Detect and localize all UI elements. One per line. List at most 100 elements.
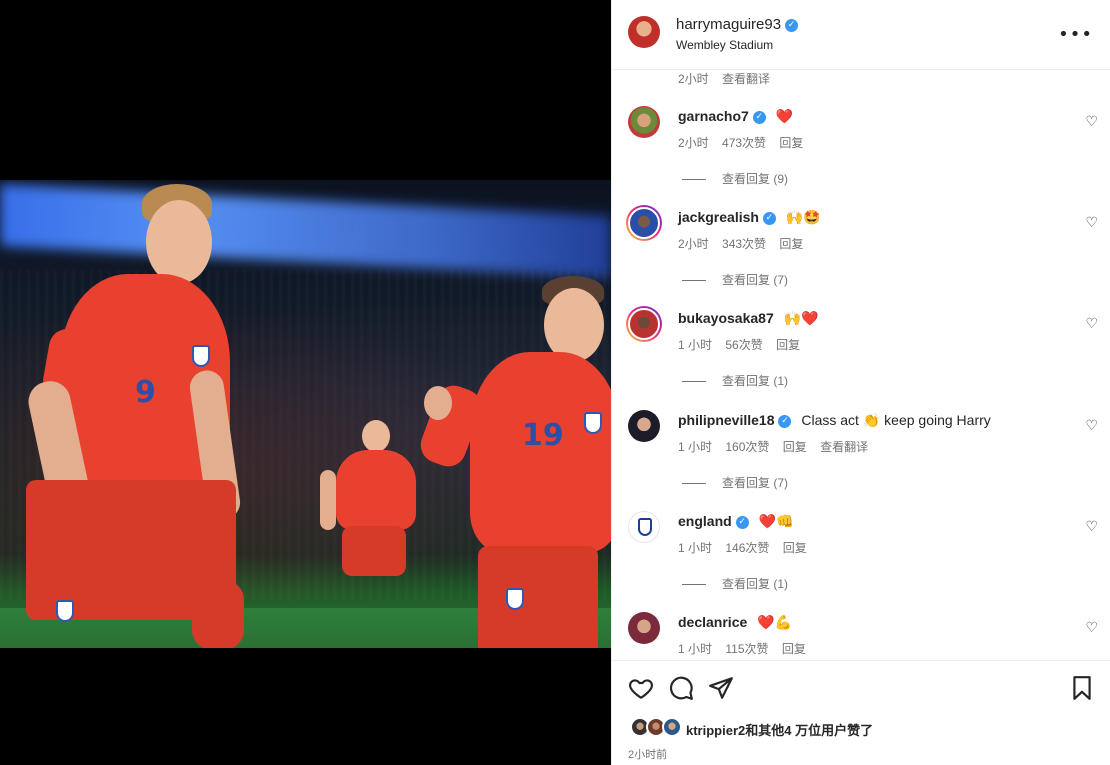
comment-text-row: england ✓ ❤️👊 xyxy=(678,513,793,530)
comment-text-row: jackgrealish ✓ 🙌🤩 xyxy=(678,209,821,226)
comment-like-count[interactable]: 115次赞 xyxy=(725,642,768,656)
comment-item: bukayosaka87 🙌❤️ 1 小时 56次赞 回复 ♡ 查看回复 (1) xyxy=(612,306,1110,409)
share-icon[interactable] xyxy=(708,675,734,701)
view-replies-label[interactable]: 查看回复 (1) xyxy=(722,374,788,388)
comment-like-count[interactable]: 343次赞 xyxy=(722,237,766,251)
comment-meta: 1 小时 115次赞 回复 xyxy=(678,640,816,657)
comment-like-count[interactable]: 160次赞 xyxy=(725,440,769,454)
replies-divider-line xyxy=(682,179,706,181)
commenter-avatar-story-ring[interactable] xyxy=(626,205,662,241)
comment-meta: 1 小时 146次赞 回复 xyxy=(678,539,817,556)
comment-meta: 1 小时 160次赞 回复 查看翻译 xyxy=(678,438,878,455)
view-replies-toggle[interactable]: 查看回复 (7) xyxy=(682,474,788,491)
view-replies-toggle[interactable]: 查看回复 (7) xyxy=(682,271,788,288)
comment-like-heart-icon[interactable]: ♡ xyxy=(1085,418,1098,434)
comment-emoji: ❤️👊 xyxy=(758,514,794,530)
commenter-username[interactable]: declanrice xyxy=(678,614,747,630)
comments-list[interactable]: 2小时 查看翻译 garnacho7 ✓ ❤️ 2小时 473次赞 回复 ♡ 查看… xyxy=(612,70,1110,660)
view-replies-label[interactable]: 查看回复 (7) xyxy=(722,476,788,490)
comment-time: 2小时 xyxy=(678,237,709,251)
replies-divider-line xyxy=(682,381,706,383)
post-photo: 9 19 xyxy=(0,180,611,648)
post-location[interactable]: Wembley Stadium xyxy=(676,38,773,52)
view-replies-label[interactable]: 查看回复 (1) xyxy=(722,577,788,591)
reply-button[interactable]: 回复 xyxy=(779,237,803,251)
caption-meta: 2小时 查看翻译 xyxy=(678,70,780,87)
comment-emoji: ❤️💪 xyxy=(757,615,793,631)
view-replies-toggle[interactable]: 查看回复 (1) xyxy=(682,575,788,592)
bookmark-icon[interactable] xyxy=(1069,675,1095,701)
author-username[interactable]: harrymaguire93 xyxy=(676,16,781,33)
verified-badge-icon: ✓ xyxy=(752,110,766,124)
comment-text-row: bukayosaka87 🙌❤️ xyxy=(678,310,819,327)
translate-button[interactable]: 查看翻译 xyxy=(820,440,868,454)
comment-item: jackgrealish ✓ 🙌🤩 2小时 343次赞 回复 ♡ 查看回复 (7) xyxy=(612,205,1110,308)
post-header: harrymaguire93 ✓ Wembley Stadium ••• xyxy=(612,0,1110,70)
author-username-row[interactable]: harrymaguire93 ✓ xyxy=(676,16,799,33)
comment-emoji: ❤️ xyxy=(775,109,794,125)
celebrating-player-9: 9 xyxy=(20,180,260,648)
comment-time: 1 小时 xyxy=(678,642,713,656)
comment-emoji: 🙌❤️ xyxy=(783,311,819,327)
comment-emoji: 🙌🤩 xyxy=(785,210,821,226)
commenter-username[interactable]: philipneville18 xyxy=(678,412,774,428)
comment-like-count[interactable]: 473次赞 xyxy=(722,136,766,150)
verified-badge-icon: ✓ xyxy=(762,211,776,225)
comment-icon[interactable] xyxy=(668,675,694,701)
commenter-username[interactable]: jackgrealish xyxy=(678,209,759,225)
liker-avatar xyxy=(662,717,682,737)
post-media[interactable]: 9 19 xyxy=(0,0,611,765)
commenter-avatar[interactable] xyxy=(628,106,660,138)
comment-time: 1 小时 xyxy=(678,440,713,454)
comment-text-row: declanrice ❤️💪 xyxy=(678,614,792,631)
comment-like-count[interactable]: 146次赞 xyxy=(725,541,769,555)
verified-badge-icon: ✓ xyxy=(785,18,799,32)
liked-by-text[interactable]: ktrippier2和其他4 万位用户赞了 xyxy=(686,720,873,739)
caption-translate[interactable]: 查看翻译 xyxy=(722,72,770,86)
view-replies-label[interactable]: 查看回复 (9) xyxy=(722,172,788,186)
commenter-username[interactable]: bukayosaka87 xyxy=(678,310,774,326)
commenter-avatar[interactable] xyxy=(628,410,660,442)
view-replies-label[interactable]: 查看回复 (7) xyxy=(722,273,788,287)
commenter-avatar-story-ring[interactable] xyxy=(626,306,662,342)
commenter-avatar[interactable] xyxy=(628,612,660,644)
comment-meta: 2小时 343次赞 回复 xyxy=(678,235,813,252)
comment-item: declanrice ❤️💪 1 小时 115次赞 回复 ♡ xyxy=(612,612,1110,660)
comment-like-heart-icon[interactable]: ♡ xyxy=(1085,519,1098,535)
comment-time: 1 小时 xyxy=(678,541,713,555)
post-footer: ktrippier2和其他4 万位用户赞了 2小时前 xyxy=(612,660,1110,765)
post-modal: 9 19 harrymaguire93 ✓ Wembley Stadium ••… xyxy=(0,0,1110,765)
liker-username[interactable]: ktrippier2 xyxy=(686,723,745,738)
comment-item: garnacho7 ✓ ❤️ 2小时 473次赞 回复 ♡ 查看回复 (9) xyxy=(612,106,1110,207)
england-crest-icon xyxy=(638,518,652,536)
comment-like-heart-icon[interactable]: ♡ xyxy=(1085,316,1098,332)
reply-button[interactable]: 回复 xyxy=(779,136,803,150)
more-options-icon[interactable]: ••• xyxy=(1058,24,1093,45)
comment-like-heart-icon[interactable]: ♡ xyxy=(1085,215,1098,231)
comment-time: 2小时 xyxy=(678,136,709,150)
comment-like-heart-icon[interactable]: ♡ xyxy=(1085,114,1098,130)
comment-meta: 1 小时 56次赞 回复 xyxy=(678,336,810,353)
commenter-username[interactable]: garnacho7 xyxy=(678,108,749,124)
celebrating-player-19: 19 xyxy=(415,276,611,648)
commenter-avatar[interactable] xyxy=(628,511,660,543)
reply-button[interactable]: 回复 xyxy=(783,440,807,454)
replies-divider-line xyxy=(682,280,706,282)
caption-time: 2小时 xyxy=(678,72,709,86)
reply-button[interactable]: 回复 xyxy=(783,541,807,555)
reply-button[interactable]: 回复 xyxy=(782,642,806,656)
comment-item: philipneville18 ✓ Class act 👏 keep going … xyxy=(612,410,1110,511)
comment-like-count[interactable]: 56次赞 xyxy=(725,338,762,352)
comment-like-heart-icon[interactable]: ♡ xyxy=(1085,620,1098,636)
author-avatar[interactable] xyxy=(628,16,660,48)
post-details-panel: harrymaguire93 ✓ Wembley Stadium ••• 2小时 … xyxy=(611,0,1110,765)
replies-divider-line xyxy=(682,584,706,586)
heart-icon[interactable] xyxy=(628,675,654,701)
likes-summary[interactable]: 和其他4 万位用户赞了 xyxy=(745,723,873,738)
view-replies-toggle[interactable]: 查看回复 (1) xyxy=(682,372,788,389)
comment-text-row: garnacho7 ✓ ❤️ xyxy=(678,108,793,125)
commenter-username[interactable]: england xyxy=(678,513,732,529)
post-timestamp[interactable]: 2小时前 xyxy=(628,746,667,762)
view-replies-toggle[interactable]: 查看回复 (9) xyxy=(682,170,788,187)
reply-button[interactable]: 回复 xyxy=(776,338,800,352)
